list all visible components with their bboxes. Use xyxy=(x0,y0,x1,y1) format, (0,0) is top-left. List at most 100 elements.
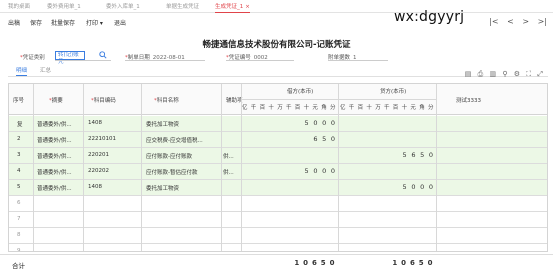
table-row[interactable]: 复普通委外/供... 1408 委托加工物资 5 0 0 0 xyxy=(9,116,547,132)
print-dropdown-button[interactable]: 打印 ▾ xyxy=(86,18,103,27)
amount-digit: 0 xyxy=(427,259,433,267)
digit-unit-label: 角 xyxy=(419,105,425,111)
table-row[interactable]: 7 xyxy=(9,212,547,228)
row-aux[interactable]: 供... xyxy=(223,152,234,160)
total-label: 合计 xyxy=(12,262,25,270)
row-account-code[interactable]: 1408 xyxy=(88,120,102,126)
amount-digit: 0 xyxy=(411,183,416,191)
prev-record-icon[interactable]: < xyxy=(507,17,514,26)
amount-digit: 5 xyxy=(402,183,407,191)
table-row[interactable]: 4 普通委外/供... 220202 应付账款-暂估应付款 供... 5 0 0 0 xyxy=(9,164,547,180)
row-seq[interactable]: 2 xyxy=(17,136,21,142)
export-icon[interactable]: ⎙ xyxy=(478,70,484,78)
amount-digit: 0 xyxy=(401,259,407,267)
save-button[interactable]: 保存 xyxy=(30,18,42,27)
row-account-name[interactable]: 应付账款-暂估应付款 xyxy=(146,168,198,176)
voucher-type-label: *凭证类别 xyxy=(20,55,45,61)
row-seq[interactable]: 3 xyxy=(17,152,21,158)
digit-unit-label: 亿 xyxy=(242,105,248,111)
row-account-code[interactable]: 1408 xyxy=(88,184,102,190)
digit-unit-label: 千 xyxy=(286,105,292,111)
tab-my-desktop[interactable]: 我的桌面 xyxy=(8,3,30,13)
copy-icon[interactable]: ▥ xyxy=(490,70,497,78)
row-summary[interactable]: 普通委外/供... xyxy=(37,168,72,176)
row-account-code[interactable]: 22210101 xyxy=(88,136,116,142)
row-seq: 6 xyxy=(17,200,21,206)
digit-unit-label: 元 xyxy=(312,105,318,111)
last-record-icon[interactable]: >| xyxy=(538,17,547,26)
amount-digit: 5 xyxy=(322,135,327,143)
expand-icon[interactable]: ⛶ xyxy=(526,70,531,78)
amount-digit: 6 xyxy=(411,151,416,159)
row-summary[interactable]: 普通委外/供... xyxy=(37,136,72,144)
watermark-text: wx:dgyyrj xyxy=(394,9,465,25)
batch-save-button[interactable]: 批量保存 xyxy=(51,18,75,27)
column-divider xyxy=(33,84,34,251)
amount-digit: 0 xyxy=(428,183,434,191)
table-row[interactable]: 3 普通委外/供... 220201 应付账款-应付账款 供... 5 6 5 0 xyxy=(9,148,547,164)
row-summary[interactable]: 普通委外/供... xyxy=(37,120,72,128)
header-account-code: *科目编码 xyxy=(91,98,116,104)
digit-unit-label: 千 xyxy=(250,105,257,111)
digit-unit-label: 分 xyxy=(428,105,434,111)
row-seq[interactable]: 复 xyxy=(17,120,23,128)
row-account-name[interactable]: 应交税费-应交增值税... xyxy=(146,136,203,144)
row-account-code[interactable]: 220201 xyxy=(88,152,109,158)
row-account-name[interactable]: 委托加工物资 xyxy=(146,120,179,128)
table-row[interactable]: 9 xyxy=(9,244,547,251)
digit-unit-label: 千 xyxy=(348,105,355,111)
amount-digit: 5 xyxy=(320,259,326,267)
row-summary[interactable]: 普通委外/供... xyxy=(37,152,72,160)
digit-unit-label: 百 xyxy=(392,105,399,111)
row-seq: 8 xyxy=(17,232,21,238)
amount-digit: 0 xyxy=(303,259,309,267)
draft-button[interactable]: 出稿 xyxy=(8,18,20,27)
row-account-name[interactable]: 应付账款-应付账款 xyxy=(146,152,192,160)
row-aux[interactable]: 供... xyxy=(223,168,234,176)
fullscreen-icon[interactable]: ⤢ xyxy=(537,70,543,78)
amount-digit: 6 xyxy=(409,259,415,267)
tab-detail[interactable]: 明细 xyxy=(16,66,28,76)
amount-digit: 1 xyxy=(294,259,300,267)
table-row[interactable]: 2 普通委外/供... 22210101 应交税费-应交增值税... 6 5 0 xyxy=(9,132,547,148)
exit-button[interactable]: 退出 xyxy=(114,18,126,27)
tab-generate-voucher[interactable]: 生成凭证_1 × xyxy=(215,3,250,13)
tab-doc-generate-voucher[interactable]: 单据生成凭证 xyxy=(166,3,199,13)
digit-unit-label: 角 xyxy=(321,105,327,111)
row-account-name[interactable]: 委托加工物资 xyxy=(146,184,179,192)
next-record-icon[interactable]: > xyxy=(522,17,529,26)
settings-icon[interactable]: ⚙ xyxy=(514,70,520,78)
row-account-code[interactable]: 220202 xyxy=(88,168,109,174)
column-divider xyxy=(338,84,339,251)
tab-summary[interactable]: 汇总 xyxy=(40,66,51,74)
column-divider xyxy=(83,84,84,251)
row-summary[interactable]: 普通委外/供... xyxy=(37,184,72,192)
table-row[interactable]: 5 普通委外/供... 1408 委托加工物资 5 0 0 0 xyxy=(9,180,547,196)
row-seq[interactable]: 5 xyxy=(17,184,21,190)
amount-digit: 5 xyxy=(304,167,309,175)
tab-outsource-fee[interactable]: 委外费用单_1 xyxy=(47,3,81,13)
amount-digit: 0 xyxy=(313,119,318,127)
digit-unit-label: 万 xyxy=(375,105,381,111)
toolbar: 出稿 保存 批量保存 打印 ▾ 退出 xyxy=(0,15,553,28)
header-credit: 贷方(本币) xyxy=(380,89,407,95)
table-row[interactable]: 6 xyxy=(9,196,547,212)
search-icon[interactable] xyxy=(99,51,107,59)
total-row: 合计 10650 10650 xyxy=(0,254,553,272)
digit-unit-label: 十 xyxy=(401,105,408,111)
digit-unit-label: 元 xyxy=(410,105,416,111)
amount-digit: 5 xyxy=(418,259,424,267)
digit-unit-label: 百 xyxy=(357,105,364,111)
record-nav: |< < > >| xyxy=(483,17,547,26)
tab-outsource-inbound[interactable]: 委外入库单_1 xyxy=(106,3,140,13)
table-row[interactable]: 8 xyxy=(9,228,547,244)
voucher-type-select[interactable]: 转(记)账凭 xyxy=(55,51,85,65)
row-seq[interactable]: 4 xyxy=(17,168,21,174)
digit-unit-label: 百 xyxy=(294,105,301,111)
print-icon[interactable]: ▤ xyxy=(465,70,472,78)
header-summary: *摘要 xyxy=(49,98,63,104)
digit-unit-label: 千 xyxy=(384,105,390,111)
link-icon[interactable]: ⚲ xyxy=(502,70,507,78)
close-icon[interactable]: × xyxy=(245,4,250,10)
first-record-icon[interactable]: |< xyxy=(489,17,498,26)
